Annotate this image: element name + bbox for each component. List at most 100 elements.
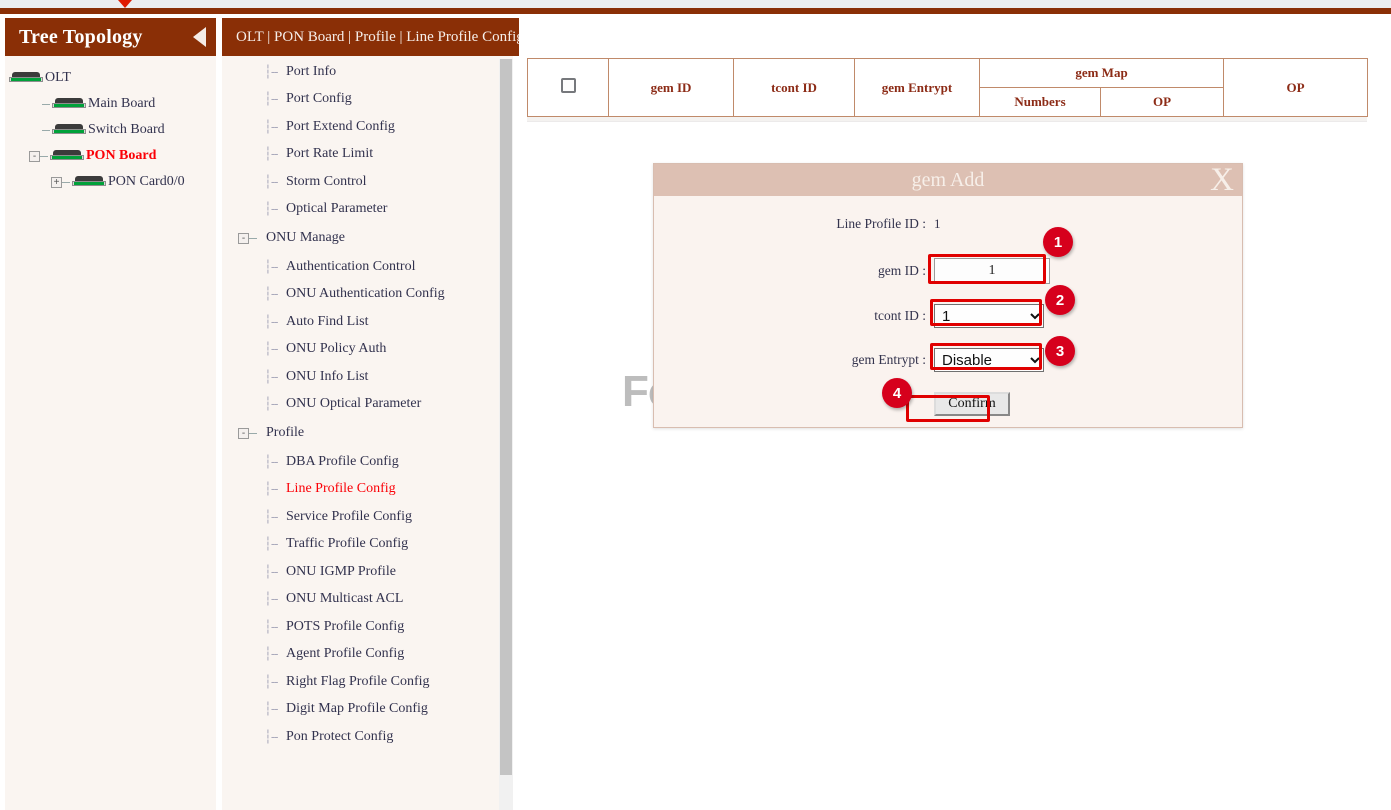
- step-badge-1: 1: [1043, 227, 1073, 257]
- menu-group-label[interactable]: ONU Manage: [266, 230, 345, 246]
- menu-item-storm-control[interactable]: ┆--Storm Control: [222, 168, 513, 196]
- tree-connector-icon: ┆--: [264, 369, 280, 385]
- tree-node-label[interactable]: OLT: [45, 70, 71, 86]
- tree-node-list: OLT Main Board Switch Board - PON Board + PON …: [5, 56, 216, 195]
- tree-node-label[interactable]: Switch Board: [88, 122, 165, 138]
- collapse-toggle-icon[interactable]: -: [238, 428, 249, 439]
- menu-group-onu-manage[interactable]: - ONU Manage: [222, 223, 513, 253]
- menu-group-profile[interactable]: - Profile: [222, 418, 513, 448]
- close-icon[interactable]: X: [1210, 160, 1234, 200]
- header-gem-map: gem Map: [980, 59, 1224, 88]
- app-root: Tree Topology OLTMain BoardSwitch Board-…: [0, 0, 1391, 810]
- gem-id-input[interactable]: [934, 258, 1050, 284]
- tree-connector: [42, 104, 50, 105]
- menu-item-label[interactable]: ONU Multicast ACL: [286, 591, 403, 607]
- menu-item-port-extend-config[interactable]: ┆--Port Extend Config: [222, 113, 513, 141]
- menu-item-port-config[interactable]: ┆--Port Config: [222, 86, 513, 114]
- menu-item-label[interactable]: ONU Policy Auth: [286, 341, 386, 357]
- tcont-id-row: tcont ID : 1: [654, 304, 1242, 328]
- menu-item-service-profile-config[interactable]: ┆--Service Profile Config: [222, 503, 513, 531]
- tree-connector-icon: ┆--: [264, 481, 280, 497]
- menu-item-onu-authentication-config[interactable]: ┆--ONU Authentication Config: [222, 281, 513, 309]
- collapse-left-arrow-icon[interactable]: [193, 27, 206, 47]
- menu-item-digit-map-profile-config[interactable]: ┆--Digit Map Profile Config: [222, 696, 513, 724]
- menu-group-label[interactable]: Profile: [266, 425, 304, 441]
- tree-node[interactable]: + PON Card0/0: [5, 169, 216, 195]
- gem-table: gem ID tcont ID gem Entrypt gem Map OP N…: [527, 58, 1368, 117]
- tree-node-label[interactable]: PON Board: [86, 148, 156, 164]
- menu-item-onu-multicast-acl[interactable]: ┆-- ONU Multicast ACL: [222, 586, 513, 614]
- checkbox-unchecked-icon[interactable]: [561, 78, 576, 93]
- dialog-titlebar: gem Add X: [654, 164, 1242, 196]
- menu-item-label[interactable]: ONU Authentication Config: [286, 286, 445, 302]
- tree-node[interactable]: - PON Board: [5, 143, 216, 169]
- menu-item-label[interactable]: Port Extend Config: [286, 119, 395, 135]
- menu-item-label[interactable]: Port Info: [286, 64, 336, 80]
- tree-node[interactable]: Main Board: [5, 91, 216, 117]
- menu-item-label[interactable]: POTS Profile Config: [286, 619, 404, 635]
- menu-item-right-flag-profile-config[interactable]: ┆--Right Flag Profile Config: [222, 668, 513, 696]
- menu-item-label[interactable]: Optical Parameter: [286, 201, 387, 217]
- menu-item-optical-parameter[interactable]: ┆--Optical Parameter: [222, 196, 513, 224]
- device-icon: [50, 150, 84, 162]
- header-tcont-id: tcont ID: [734, 59, 855, 117]
- tree-connector-icon: ┆--: [264, 646, 280, 662]
- menu-item-port-rate-limit[interactable]: ┆--Port Rate Limit: [222, 141, 513, 169]
- tree-connector-icon: ┆--: [264, 564, 280, 580]
- tree-node[interactable]: Switch Board: [5, 117, 216, 143]
- tree-node-label[interactable]: Main Board: [88, 96, 155, 112]
- menu-item-label[interactable]: DBA Profile Config: [286, 454, 399, 470]
- menu-item-label[interactable]: Pon Protect Config: [286, 729, 393, 745]
- tree-connector: [62, 182, 70, 183]
- header-gem-map-op: OP: [1101, 88, 1224, 117]
- collapse-toggle-icon[interactable]: -: [238, 233, 249, 244]
- menu-item-label[interactable]: Line Profile Config: [286, 481, 396, 497]
- tree-connector-icon: ┆--: [264, 591, 280, 607]
- tree-node[interactable]: OLT: [5, 65, 216, 91]
- menu-item-label[interactable]: Port Rate Limit: [286, 146, 373, 162]
- menu-item-agent-profile-config[interactable]: ┆-- Agent Profile Config: [222, 641, 513, 669]
- menu-item-onu-policy-auth[interactable]: ┆--ONU Policy Auth: [222, 336, 513, 364]
- menu-scrollbar[interactable]: [499, 18, 513, 810]
- scrollbar-thumb[interactable]: [500, 30, 512, 775]
- gem-entrypt-select[interactable]: DisableEnable: [934, 348, 1044, 372]
- menu-item-onu-igmp-profile[interactable]: ┆-- ONU IGMP Profile: [222, 558, 513, 586]
- gem-add-dialog: gem Add X Line Profile ID : 1 gem ID : t…: [653, 163, 1243, 428]
- menu-item-port-info[interactable]: ┆--Port Info: [222, 58, 513, 86]
- menu-item-dba-profile-config[interactable]: ┆--DBA Profile Config: [222, 448, 513, 476]
- menu-item-label[interactable]: Authentication Control: [286, 259, 415, 275]
- tree-connector-icon: ┆--: [264, 259, 280, 275]
- menu-item-onu-info-list[interactable]: ┆-- ONU Info List: [222, 363, 513, 391]
- menu-item-label[interactable]: Service Profile Config: [286, 509, 412, 525]
- red-down-arrow-icon: [118, 0, 132, 8]
- navigation-menu-list: -Port┆--Port Info┆--Port Config┆--Port E…: [222, 18, 513, 751]
- select-all-cell[interactable]: [528, 59, 609, 117]
- menu-item-label[interactable]: Right Flag Profile Config: [286, 674, 430, 690]
- expand-toggle-icon[interactable]: +: [51, 177, 62, 188]
- device-icon: [52, 98, 86, 110]
- menu-item-label[interactable]: Agent Profile Config: [286, 646, 404, 662]
- top-strip: [0, 0, 1391, 8]
- menu-item-label[interactable]: Storm Control: [286, 174, 367, 190]
- menu-item-label[interactable]: Port Config: [286, 91, 352, 107]
- collapse-toggle-icon[interactable]: -: [29, 151, 40, 162]
- confirm-button[interactable]: Confirm: [934, 392, 1010, 416]
- menu-item-label[interactable]: Digit Map Profile Config: [286, 701, 428, 717]
- menu-item-pon-protect-config[interactable]: ┆--Pon Protect Config: [222, 723, 513, 751]
- menu-item-label[interactable]: ONU Optical Parameter: [286, 396, 421, 412]
- step-badge-4: 4: [882, 378, 912, 408]
- menu-item-onu-optical-parameter[interactable]: ┆--ONU Optical Parameter: [222, 391, 513, 419]
- menu-item-line-profile-config[interactable]: ┆-- Line Profile Config: [222, 476, 513, 504]
- line-profile-id-value: 1: [934, 216, 941, 232]
- menu-item-label[interactable]: Traffic Profile Config: [286, 536, 408, 552]
- menu-item-pots-profile-config[interactable]: ┆--POTS Profile Config: [222, 613, 513, 641]
- tree-node-label[interactable]: PON Card0/0: [108, 174, 185, 190]
- tcont-id-select[interactable]: 1: [934, 304, 1044, 328]
- menu-item-label[interactable]: ONU IGMP Profile: [286, 564, 396, 580]
- menu-item-label[interactable]: Auto Find List: [286, 314, 368, 330]
- menu-item-authentication-control[interactable]: ┆-- Authentication Control: [222, 253, 513, 281]
- menu-item-label[interactable]: ONU Info List: [286, 369, 368, 385]
- menu-item-traffic-profile-config[interactable]: ┆--Traffic Profile Config: [222, 531, 513, 559]
- tree-connector-icon: ┆--: [264, 314, 280, 330]
- menu-item-auto-find-list[interactable]: ┆-- Auto Find List: [222, 308, 513, 336]
